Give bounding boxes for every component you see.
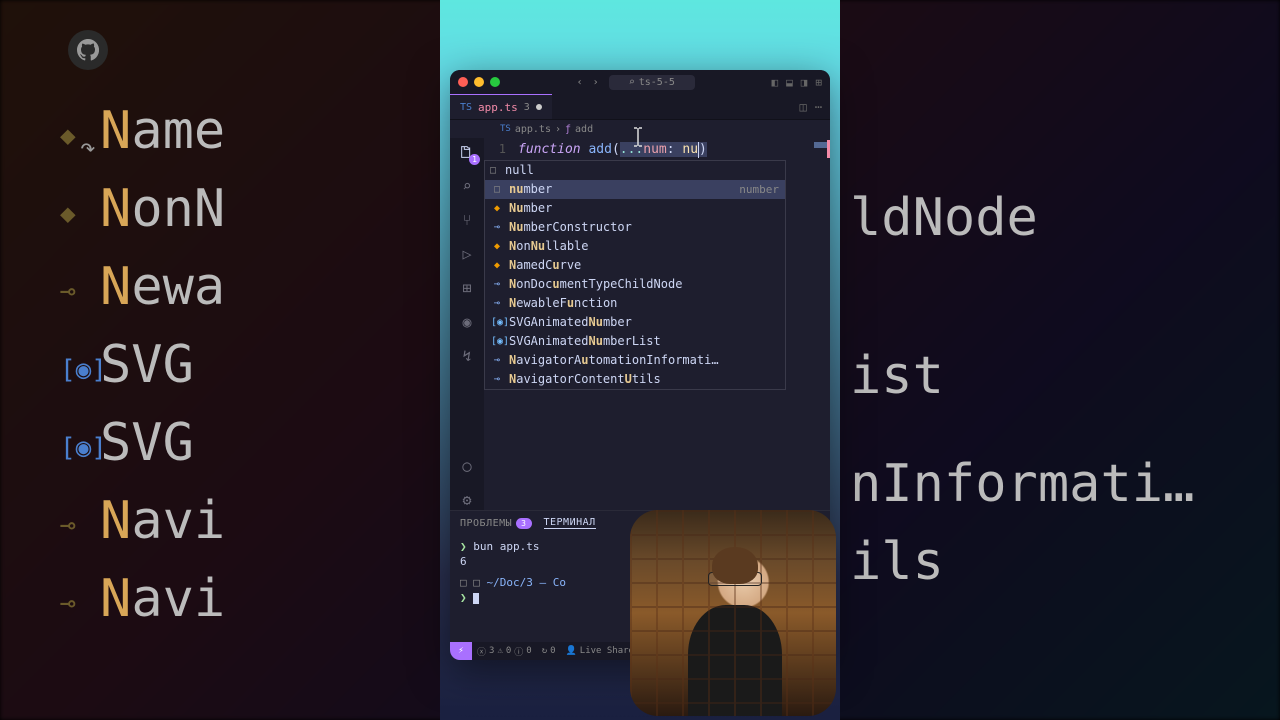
tab-terminal[interactable]: ТЕРМИНАЛ [544,517,596,529]
layout-right-icon[interactable]: ◨ [801,76,808,89]
suggest-if-icon: ⊸ [491,275,503,294]
overview-ruler [827,140,830,158]
suggest-kw-icon: □ [491,180,503,199]
suggest-keyword-icon: □ [487,161,499,180]
remote-explorer-icon[interactable]: ↯ [457,346,477,366]
github-icon[interactable]: ◉ [457,312,477,332]
suggest-row[interactable]: ⊸NumberConstructor [485,218,785,237]
suggest-if-icon: ⊸ [491,218,503,237]
share-icon[interactable]: ↷ [68,128,108,168]
source-control-icon[interactable]: ⑂ [457,210,477,230]
accounts-icon[interactable]: ◯ [457,456,477,476]
breadcrumbs[interactable]: TS app.ts › ƒ add [450,120,830,138]
typescript-icon: TS [500,124,511,134]
suggest-cls-icon: ◆ [491,237,503,256]
remote-indicator[interactable]: ⚡ [450,642,472,660]
extensions-icon[interactable]: ⊞ [457,278,477,298]
nav-back-icon[interactable]: ‹ [577,77,583,88]
tab-app-ts[interactable]: TS app.ts 3 [450,94,552,119]
background-blur-right: ldNode ist nInformati… ils [840,0,1280,720]
suggest-if-icon: ⊸ [491,351,503,370]
github-icon[interactable] [68,30,108,70]
search-icon: ⌕ [629,77,635,88]
activity-bar: 1 ⌕ ⑂ ▷ ⊞ ◉ ↯ ◯ ⚙ [450,138,484,510]
editor-tabs: TS app.ts 3 ◫ ⋯ [450,94,830,120]
status-errors[interactable]: ⓧ 3 ⚠ 0 ⓘ 0 [472,645,537,658]
minimize-icon[interactable] [474,77,484,87]
close-icon[interactable] [458,77,468,87]
command-center[interactable]: ⌕ ts-5-5 [609,75,695,90]
status-live-share[interactable]: 👤 Live Share [561,646,639,656]
layout-bottom-icon[interactable]: ⬓ [786,76,793,89]
suggest-row[interactable]: ⊸NavigatorContentUtils [485,370,785,389]
run-debug-icon[interactable]: ▷ [457,244,477,264]
tab-problems[interactable]: ПРОБЛЕМЫ 3 [460,518,532,529]
background-blur-left: ↷ ◆Name ◆NonN ⊸Newa [◉]SVG [◉]SVG ⊸Navi … [0,0,440,720]
window-controls[interactable] [458,77,500,87]
symbol-function-icon: ƒ [565,124,571,135]
suggest-cls-icon: ◆ [491,256,503,275]
maximize-icon[interactable] [490,77,500,87]
minimap[interactable] [814,142,828,148]
settings-gear-icon[interactable]: ⚙ [457,490,477,510]
suggest-row[interactable]: □ null [485,161,785,180]
suggest-row[interactable]: ◆Number [485,199,785,218]
suggest-var-icon: [◉] [491,332,503,351]
nav-forward-icon[interactable]: › [593,77,599,88]
suggest-row[interactable]: ⊸NavigatorAutomationInformati… [485,351,785,370]
suggest-row[interactable]: [◉]SVGAnimatedNumber [485,313,785,332]
suggest-row[interactable]: □numbernumber [485,180,785,199]
status-ports[interactable]: ↻ 0 [537,646,561,656]
suggest-cls-icon: ◆ [491,199,503,218]
layout-customize-icon[interactable]: ⊞ [815,76,822,89]
explorer-icon[interactable]: 1 [457,142,477,162]
layout-left-icon[interactable]: ◧ [772,76,779,89]
search-icon[interactable]: ⌕ [457,176,477,196]
suggest-row[interactable]: [◉]SVGAnimatedNumberList [485,332,785,351]
code-line-1[interactable]: function add(...num: nu) [518,140,826,159]
suggest-row[interactable]: ⊸NonDocumentTypeChildNode [485,275,785,294]
suggest-row[interactable]: ◆NamedCurve [485,256,785,275]
split-editor-icon[interactable]: ◫ [800,100,807,114]
more-actions-icon[interactable]: ⋯ [815,100,822,114]
intellisense-widget[interactable]: □ null □numbernumber◆Number⊸NumberConstr… [484,160,786,390]
unsaved-dot-icon [536,104,542,110]
suggest-row[interactable]: ⊸NewableFunction [485,294,785,313]
webcam-overlay [630,510,836,716]
suggest-if-icon: ⊸ [491,370,503,389]
suggest-row[interactable]: ◆NonNullable [485,237,785,256]
suggest-var-icon: [◉] [491,313,503,332]
code-editor[interactable]: 1 2 3 function add(...num: nu) □ null [484,138,830,510]
phone-frame: ‹ › ⌕ ts-5-5 ◧ ⬓ ◨ ⊞ TS app.ts 3 [440,0,840,720]
suggest-if-icon: ⊸ [491,294,503,313]
window-titlebar: ‹ › ⌕ ts-5-5 ◧ ⬓ ◨ ⊞ [450,70,830,94]
typescript-icon: TS [460,102,472,113]
